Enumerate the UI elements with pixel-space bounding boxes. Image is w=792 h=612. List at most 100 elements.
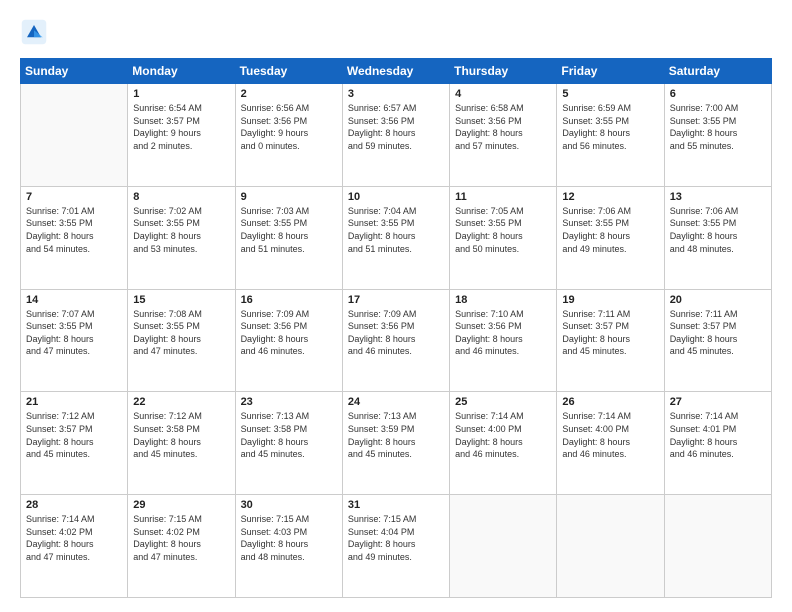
day-cell: 19 Sunrise: 7:11 AM Sunset: 3:57 PM Dayli… [557, 289, 664, 392]
day-number: 30 [241, 499, 337, 511]
day-cell: 25 Sunrise: 7:14 AM Sunset: 4:00 PM Dayli… [450, 392, 557, 495]
week-row-4: 21Sunrise: 7:12 AM Sunset: 3:57 PM Dayli… [21, 392, 772, 495]
day-number: 1 [133, 88, 229, 100]
day-info: Sunrise: 7:02 AM Sunset: 3:55 PM Dayligh… [133, 205, 229, 255]
day-number: 31 [348, 499, 444, 511]
day-cell: 31 Sunrise: 7:15 AM Sunset: 4:04 PM Dayli… [342, 495, 449, 598]
day-cell: 22 Sunrise: 7:12 AM Sunset: 3:58 PM Dayli… [128, 392, 235, 495]
day-number: 20 [670, 294, 766, 306]
week-row-2: 7 Sunrise: 7:01 AM Sunset: 3:55 PM Daylig… [21, 186, 772, 289]
day-cell: 24 Sunrise: 7:13 AM Sunset: 3:59 PM Dayli… [342, 392, 449, 495]
day-info: Sunrise: 7:11 AM Sunset: 3:57 PM Dayligh… [562, 308, 658, 358]
day-info: Sunrise: 7:14 AM Sunset: 4:00 PM Dayligh… [455, 410, 551, 460]
day-info: Sunrise: 6:58 AM Sunset: 3:56 PM Dayligh… [455, 102, 551, 152]
col-header-tuesday: Tuesday [235, 59, 342, 84]
day-info: Sunrise: 7:00 AM Sunset: 3:55 PM Dayligh… [670, 102, 766, 152]
day-info: Sunrise: 7:14 AM Sunset: 4:01 PM Dayligh… [670, 410, 766, 460]
day-info: Sunrise: 7:01 AM Sunset: 3:55 PM Dayligh… [26, 205, 122, 255]
day-cell [450, 495, 557, 598]
day-info: Sunrise: 7:13 AM Sunset: 3:58 PM Dayligh… [241, 410, 337, 460]
day-info: Sunrise: 7:14 AM Sunset: 4:02 PM Dayligh… [26, 513, 122, 563]
col-header-monday: Monday [128, 59, 235, 84]
day-number: 5 [562, 88, 658, 100]
day-number: 10 [348, 191, 444, 203]
day-info: Sunrise: 7:09 AM Sunset: 3:56 PM Dayligh… [348, 308, 444, 358]
day-cell: 29 Sunrise: 7:15 AM Sunset: 4:02 PM Dayli… [128, 495, 235, 598]
day-number: 13 [670, 191, 766, 203]
day-info: Sunrise: 7:09 AM Sunset: 3:56 PM Dayligh… [241, 308, 337, 358]
day-info: Sunrise: 6:59 AM Sunset: 3:55 PM Dayligh… [562, 102, 658, 152]
day-info: Sunrise: 7:04 AM Sunset: 3:55 PM Dayligh… [348, 205, 444, 255]
day-cell: 8 Sunrise: 7:02 AM Sunset: 3:55 PM Daylig… [128, 186, 235, 289]
day-number: 18 [455, 294, 551, 306]
day-number: 24 [348, 396, 444, 408]
col-header-sunday: Sunday [21, 59, 128, 84]
day-number: 9 [241, 191, 337, 203]
day-info: Sunrise: 6:57 AM Sunset: 3:56 PM Dayligh… [348, 102, 444, 152]
day-cell: 23 Sunrise: 7:13 AM Sunset: 3:58 PM Dayli… [235, 392, 342, 495]
day-info: Sunrise: 6:54 AM Sunset: 3:57 PM Dayligh… [133, 102, 229, 152]
day-cell: 4 Sunrise: 6:58 AM Sunset: 3:56 PM Daylig… [450, 84, 557, 187]
day-info: Sunrise: 7:08 AM Sunset: 3:55 PM Dayligh… [133, 308, 229, 358]
day-cell: 7 Sunrise: 7:01 AM Sunset: 3:55 PM Daylig… [21, 186, 128, 289]
logo-icon [20, 18, 48, 46]
day-number: 29 [133, 499, 229, 511]
day-cell: 13 Sunrise: 7:06 AM Sunset: 3:55 PM Dayli… [664, 186, 771, 289]
day-info: Sunrise: 7:12 AM Sunset: 3:58 PM Dayligh… [133, 410, 229, 460]
day-cell: 12 Sunrise: 7:06 AM Sunset: 3:55 PM Dayli… [557, 186, 664, 289]
day-cell [664, 495, 771, 598]
day-cell: 2Sunrise: 6:56 AM Sunset: 3:56 PM Daylig… [235, 84, 342, 187]
day-info: Sunrise: 7:06 AM Sunset: 3:55 PM Dayligh… [562, 205, 658, 255]
day-info: Sunrise: 7:11 AM Sunset: 3:57 PM Dayligh… [670, 308, 766, 358]
day-number: 23 [241, 396, 337, 408]
day-info: Sunrise: 6:56 AM Sunset: 3:56 PM Dayligh… [241, 102, 337, 152]
day-info: Sunrise: 7:13 AM Sunset: 3:59 PM Dayligh… [348, 410, 444, 460]
day-cell: 14 Sunrise: 7:07 AM Sunset: 3:55 PM Dayli… [21, 289, 128, 392]
day-info: Sunrise: 7:12 AM Sunset: 3:57 PM Dayligh… [26, 410, 122, 460]
day-cell: 5 Sunrise: 6:59 AM Sunset: 3:55 PM Daylig… [557, 84, 664, 187]
day-info: Sunrise: 7:05 AM Sunset: 3:55 PM Dayligh… [455, 205, 551, 255]
calendar-header-row: SundayMondayTuesdayWednesdayThursdayFrid… [21, 59, 772, 84]
day-cell: 28Sunrise: 7:14 AM Sunset: 4:02 PM Dayli… [21, 495, 128, 598]
col-header-saturday: Saturday [664, 59, 771, 84]
header [20, 18, 772, 46]
day-number: 6 [670, 88, 766, 100]
day-number: 16 [241, 294, 337, 306]
day-cell: 6 Sunrise: 7:00 AM Sunset: 3:55 PM Daylig… [664, 84, 771, 187]
day-info: Sunrise: 7:15 AM Sunset: 4:02 PM Dayligh… [133, 513, 229, 563]
day-info: Sunrise: 7:15 AM Sunset: 4:03 PM Dayligh… [241, 513, 337, 563]
day-number: 14 [26, 294, 122, 306]
day-number: 19 [562, 294, 658, 306]
day-cell: 21Sunrise: 7:12 AM Sunset: 3:57 PM Dayli… [21, 392, 128, 495]
page: SundayMondayTuesdayWednesdayThursdayFrid… [0, 0, 792, 612]
day-number: 15 [133, 294, 229, 306]
col-header-thursday: Thursday [450, 59, 557, 84]
day-number: 12 [562, 191, 658, 203]
day-info: Sunrise: 7:06 AM Sunset: 3:55 PM Dayligh… [670, 205, 766, 255]
day-info: Sunrise: 7:10 AM Sunset: 3:56 PM Dayligh… [455, 308, 551, 358]
day-number: 3 [348, 88, 444, 100]
day-info: Sunrise: 7:07 AM Sunset: 3:55 PM Dayligh… [26, 308, 122, 358]
day-number: 7 [26, 191, 122, 203]
day-number: 27 [670, 396, 766, 408]
day-cell: 26Sunrise: 7:14 AM Sunset: 4:00 PM Dayli… [557, 392, 664, 495]
day-info: Sunrise: 7:03 AM Sunset: 3:55 PM Dayligh… [241, 205, 337, 255]
day-cell: 1 Sunrise: 6:54 AM Sunset: 3:57 PM Daylig… [128, 84, 235, 187]
day-number: 4 [455, 88, 551, 100]
day-number: 8 [133, 191, 229, 203]
day-number: 17 [348, 294, 444, 306]
day-cell: 17 Sunrise: 7:09 AM Sunset: 3:56 PM Dayli… [342, 289, 449, 392]
day-cell: 10 Sunrise: 7:04 AM Sunset: 3:55 PM Dayli… [342, 186, 449, 289]
day-number: 25 [455, 396, 551, 408]
week-row-3: 14 Sunrise: 7:07 AM Sunset: 3:55 PM Dayli… [21, 289, 772, 392]
week-row-1: 1 Sunrise: 6:54 AM Sunset: 3:57 PM Daylig… [21, 84, 772, 187]
day-info: Sunrise: 7:15 AM Sunset: 4:04 PM Dayligh… [348, 513, 444, 563]
day-cell: 16 Sunrise: 7:09 AM Sunset: 3:56 PM Dayli… [235, 289, 342, 392]
day-cell: 9 Sunrise: 7:03 AM Sunset: 3:55 PM Daylig… [235, 186, 342, 289]
col-header-friday: Friday [557, 59, 664, 84]
calendar-table: SundayMondayTuesdayWednesdayThursdayFrid… [20, 58, 772, 598]
day-info: Sunrise: 7:14 AM Sunset: 4:00 PM Dayligh… [562, 410, 658, 460]
logo [20, 18, 50, 46]
day-number: 22 [133, 396, 229, 408]
day-cell: 30 Sunrise: 7:15 AM Sunset: 4:03 PM Dayli… [235, 495, 342, 598]
